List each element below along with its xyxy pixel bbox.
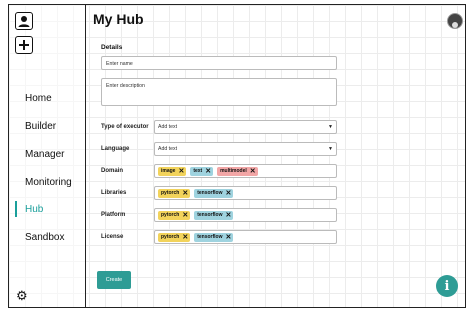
sidebar-item-builder[interactable]: Builder — [25, 121, 56, 132]
executor-select[interactable]: Add text ▼ — [154, 120, 337, 134]
domain-label: Domain — [101, 168, 124, 174]
close-icon[interactable]: ✕ — [182, 190, 188, 197]
chip-label: pytorch — [161, 234, 180, 240]
close-icon[interactable]: ✕ — [182, 212, 188, 219]
executor-value: Add text — [158, 124, 178, 130]
close-icon[interactable]: ✕ — [226, 190, 232, 197]
plus-icon[interactable] — [15, 36, 33, 54]
chip-label: text — [193, 168, 203, 174]
avatar[interactable] — [447, 13, 463, 29]
sidebar-item-sandbox[interactable]: Sandbox — [25, 232, 64, 243]
sidebar: Home Builder Manager Monitoring Hub Sand… — [9, 5, 86, 307]
executor-label: Type of executor — [101, 124, 149, 130]
chip-pytorch: pytorch ✕ — [158, 188, 191, 198]
sidebar-item-hub[interactable]: Hub — [25, 204, 43, 215]
chevron-down-icon: ▼ — [328, 146, 333, 152]
chip-label: tensorflow — [197, 234, 223, 240]
sidebar-item-monitoring[interactable]: Monitoring — [25, 177, 72, 188]
chip-tensorflow: tensorflow ✕ — [194, 210, 234, 220]
libraries-label: Libraries — [101, 190, 127, 196]
description-field[interactable]: Enter description — [101, 78, 337, 106]
domain-tag-input[interactable]: image ✕ text ✕ multimodel ✕ — [154, 164, 337, 178]
license-tag-input[interactable]: pytorch ✕ tensorflow ✕ — [154, 230, 337, 244]
language-select[interactable]: Add text ▼ — [154, 142, 337, 156]
chip-tensorflow: tensorflow ✕ — [194, 188, 234, 198]
chip-label: pytorch — [161, 190, 180, 196]
active-indicator — [15, 201, 17, 217]
license-label: License — [101, 234, 124, 240]
info-icon[interactable]: i — [436, 275, 458, 297]
libraries-tag-input[interactable]: pytorch ✕ tensorflow ✕ — [154, 186, 337, 200]
user-icon[interactable] — [15, 12, 33, 30]
language-value: Add text — [158, 146, 178, 152]
chip-label: image — [161, 168, 176, 174]
create-button[interactable]: Create — [97, 271, 131, 289]
platform-tag-input[interactable]: pytorch ✕ tensorflow ✕ — [154, 208, 337, 222]
chip-tensorflow: tensorflow ✕ — [194, 232, 234, 242]
sidebar-item-manager[interactable]: Manager — [25, 149, 64, 160]
chip-label: pytorch — [161, 212, 180, 218]
close-icon[interactable]: ✕ — [205, 168, 211, 175]
gear-icon[interactable]: ⚙ — [16, 289, 28, 302]
app-frame: Home Builder Manager Monitoring Hub Sand… — [8, 4, 466, 308]
sidebar-item-home[interactable]: Home — [25, 93, 52, 104]
close-icon[interactable]: ✕ — [178, 168, 184, 175]
chip-label: multimodel — [220, 168, 247, 174]
close-icon[interactable]: ✕ — [226, 234, 232, 241]
language-label: Language — [101, 146, 130, 152]
close-icon[interactable]: ✕ — [250, 168, 256, 175]
chevron-down-icon: ▼ — [328, 124, 333, 130]
details-heading: Details — [101, 44, 123, 51]
chip-text: text ✕ — [190, 166, 214, 176]
chip-label: tensorflow — [197, 212, 223, 218]
platform-label: Platform — [101, 212, 126, 218]
chip-label: tensorflow — [197, 190, 223, 196]
close-icon[interactable]: ✕ — [226, 212, 232, 219]
chip-image: image ✕ — [158, 166, 187, 176]
chip-multimodel: multimodel ✕ — [217, 166, 258, 176]
name-placeholder: Enter name — [106, 61, 133, 67]
chip-pytorch: pytorch ✕ — [158, 210, 191, 220]
description-placeholder: Enter description — [106, 83, 145, 89]
name-field[interactable]: Enter name — [101, 56, 337, 70]
close-icon[interactable]: ✕ — [182, 234, 188, 241]
page-title: My Hub — [93, 11, 144, 27]
chip-pytorch: pytorch ✕ — [158, 232, 191, 242]
